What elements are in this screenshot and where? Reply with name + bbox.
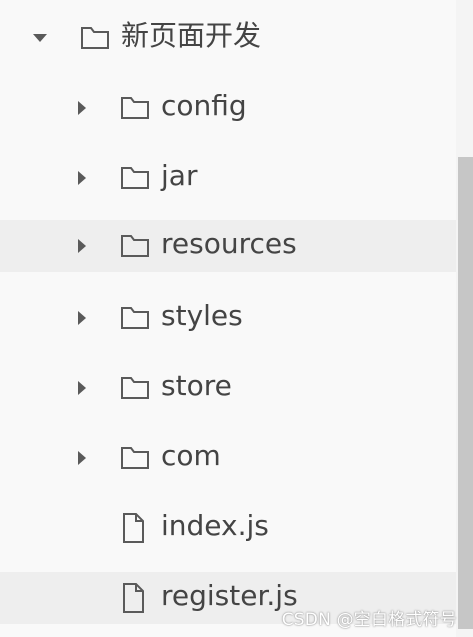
tree-row-label: index.js bbox=[161, 509, 269, 542]
file-outline-icon bbox=[123, 513, 144, 543]
tree-row-folder-store[interactable]: store bbox=[0, 362, 456, 414]
tree-row-label: store bbox=[161, 369, 232, 402]
folder-outline-icon bbox=[121, 167, 149, 189]
caret-right-icon[interactable] bbox=[72, 432, 92, 484]
tree-row-label: com bbox=[161, 439, 221, 472]
tree-row-folder-styles[interactable]: styles bbox=[0, 292, 456, 344]
caret-right-icon[interactable] bbox=[72, 362, 92, 414]
folder-outline-icon bbox=[121, 307, 149, 329]
folder-outline-icon bbox=[121, 447, 149, 469]
folder-outline-icon bbox=[81, 27, 109, 49]
tree-row-label: 新页面开发 bbox=[121, 19, 262, 52]
vertical-scrollbar-thumb[interactable] bbox=[458, 157, 473, 629]
tree-row-folder-resources[interactable]: resources bbox=[0, 220, 456, 272]
tree-row-folder-config[interactable]: config bbox=[0, 82, 456, 134]
file-outline-icon bbox=[123, 583, 144, 613]
folder-outline-icon bbox=[121, 97, 149, 119]
file-explorer-tree: 新页面开发 config jar resources styles store … bbox=[0, 0, 456, 637]
tree-row-folder-jar[interactable]: jar bbox=[0, 152, 456, 204]
tree-row-file-index-js[interactable]: index.js bbox=[0, 502, 456, 554]
watermark-text: CSDN @空白格式符号 bbox=[281, 610, 457, 630]
tree-row-label: styles bbox=[161, 299, 243, 332]
caret-right-icon[interactable] bbox=[72, 152, 92, 204]
caret-right-icon[interactable] bbox=[72, 220, 92, 272]
tree-row-label: jar bbox=[161, 159, 198, 192]
caret-right-icon[interactable] bbox=[72, 292, 92, 344]
tree-row-label: resources bbox=[161, 227, 297, 260]
folder-outline-icon bbox=[121, 377, 149, 399]
tree-row-root-folder[interactable]: 新页面开发 bbox=[0, 12, 456, 64]
caret-down-icon[interactable] bbox=[30, 12, 50, 64]
tree-row-label: register.js bbox=[161, 579, 298, 612]
tree-row-folder-com[interactable]: com bbox=[0, 432, 456, 484]
folder-outline-icon bbox=[121, 235, 149, 257]
caret-right-icon[interactable] bbox=[72, 82, 92, 134]
tree-row-label: config bbox=[161, 89, 247, 122]
